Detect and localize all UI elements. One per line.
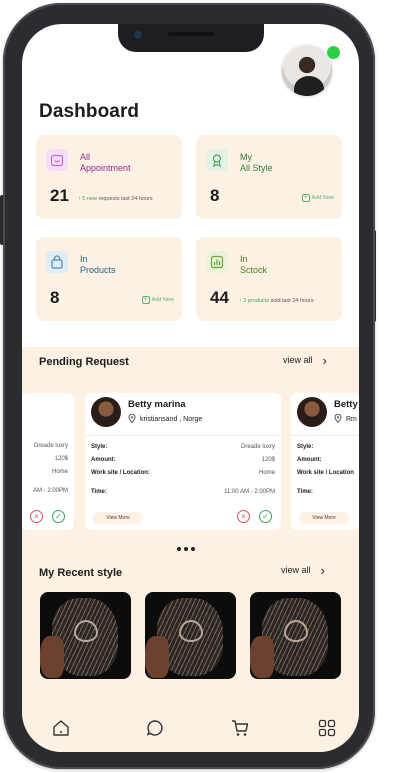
plus-icon: +	[141, 296, 150, 304]
stat-label: My All Style	[240, 152, 273, 173]
requester-name: Betty	[334, 399, 358, 410]
requester-name: Betty marina	[128, 399, 186, 410]
add-new-button[interactable]: + Add New	[301, 194, 334, 202]
add-new-button[interactable]: + Add New	[141, 296, 174, 304]
stat-card-styles[interactable]: My All Style 8 + Add New	[196, 135, 342, 219]
pending-request-title: Pending Request	[39, 356, 129, 368]
stat-label: In Products	[80, 254, 116, 275]
time-row: AM - 2:00PM	[32, 488, 68, 494]
amount-row: Amount: 120$	[91, 457, 275, 463]
chat-icon[interactable]	[144, 717, 166, 739]
style-thumbnail[interactable]	[40, 592, 131, 679]
location-pin-icon	[128, 413, 136, 425]
home-icon[interactable]	[50, 717, 72, 739]
stat-card-appointments[interactable]: All Appointment 21 ↑ 5 new requests last …	[36, 135, 182, 219]
app-screen: Dashboard All Appointment 21 ↑ 5 new requ…	[22, 24, 359, 752]
recent-style-title: My Recent style	[39, 567, 123, 579]
request-card[interactable]: Betty Rm Style: Amount: Work site / Loca…	[291, 393, 359, 530]
style-row: Style: Dreade luxry	[91, 444, 275, 450]
requester-location: Rm	[334, 413, 357, 425]
stat-label: In Sctock	[240, 254, 268, 275]
calendar-icon	[46, 149, 68, 171]
stat-value: 44	[210, 288, 229, 307]
location-pin-icon	[334, 413, 342, 425]
apps-icon[interactable]	[316, 717, 338, 739]
stat-card-stock[interactable]: In Sctock 44 ↑ 3 products sold last 24 ho…	[196, 237, 342, 321]
style-thumbnail[interactable]	[250, 592, 341, 679]
style-row: Style:	[297, 444, 314, 450]
avatar	[91, 397, 121, 427]
divider	[291, 435, 359, 436]
chart-icon	[206, 251, 228, 273]
reject-icon[interactable]: ×	[30, 510, 43, 523]
profile-avatar[interactable]	[280, 44, 340, 98]
bag-icon	[46, 251, 68, 273]
cart-icon[interactable]	[229, 717, 251, 739]
work-row: Work site / Location	[297, 470, 354, 476]
phone-frame: Dashboard All Appointment 21 ↑ 5 new requ…	[3, 3, 375, 769]
view-more-button[interactable]: View More	[93, 512, 143, 524]
camera-icon	[134, 31, 142, 39]
stat-card-products[interactable]: In Products 8 + Add New	[36, 237, 182, 321]
pending-view-all-link[interactable]: view all ›	[283, 352, 327, 368]
stat-meta: ↑ 5 new requests last 24 hours	[78, 196, 153, 202]
award-icon	[206, 149, 228, 171]
style-thumbnail[interactable]	[145, 592, 236, 679]
speaker-grille	[168, 32, 214, 36]
recent-view-all-link[interactable]: view all ›	[281, 562, 325, 578]
work-row: Home	[51, 469, 68, 475]
request-card[interactable]: Dreade luxry 120$ Home AM - 2:00PM × ✓	[22, 393, 74, 530]
bottom-navigation	[22, 704, 359, 752]
avatar	[297, 397, 327, 427]
divider	[85, 435, 281, 436]
stat-value: 8	[50, 288, 60, 307]
accept-icon[interactable]: ✓	[52, 510, 65, 523]
carousel-pager[interactable]	[177, 547, 195, 551]
requester-location: kristiansand , Norge	[128, 413, 202, 425]
work-row: Work site / Location: Home	[91, 470, 275, 476]
amount-row: Amount:	[297, 457, 322, 463]
avatar[interactable]	[280, 44, 334, 98]
stat-label: All Appointment	[80, 152, 131, 173]
stat-value: 21	[50, 186, 69, 205]
stat-meta: ↑ 3 products sold last 24 hours	[239, 298, 314, 304]
amount-row: 120$	[54, 456, 68, 462]
phone-notch	[118, 24, 264, 52]
chevron-right-icon: ›	[322, 352, 327, 368]
plus-icon: +	[301, 194, 310, 202]
page-title: Dashboard	[39, 101, 140, 122]
stat-value: 8	[210, 186, 220, 205]
style-row: Dreade luxry	[33, 443, 68, 449]
time-row: Time: 11:00 AM - 2:00PM	[91, 489, 275, 495]
online-status-dot	[327, 46, 340, 59]
view-more-button[interactable]: View More	[299, 512, 349, 524]
time-row: Time:	[297, 489, 313, 495]
chevron-right-icon: ›	[320, 562, 325, 578]
reject-icon[interactable]: ×	[237, 510, 250, 523]
request-card[interactable]: Betty marina kristiansand , Norge Style:…	[85, 393, 281, 530]
accept-icon[interactable]: ✓	[259, 510, 272, 523]
